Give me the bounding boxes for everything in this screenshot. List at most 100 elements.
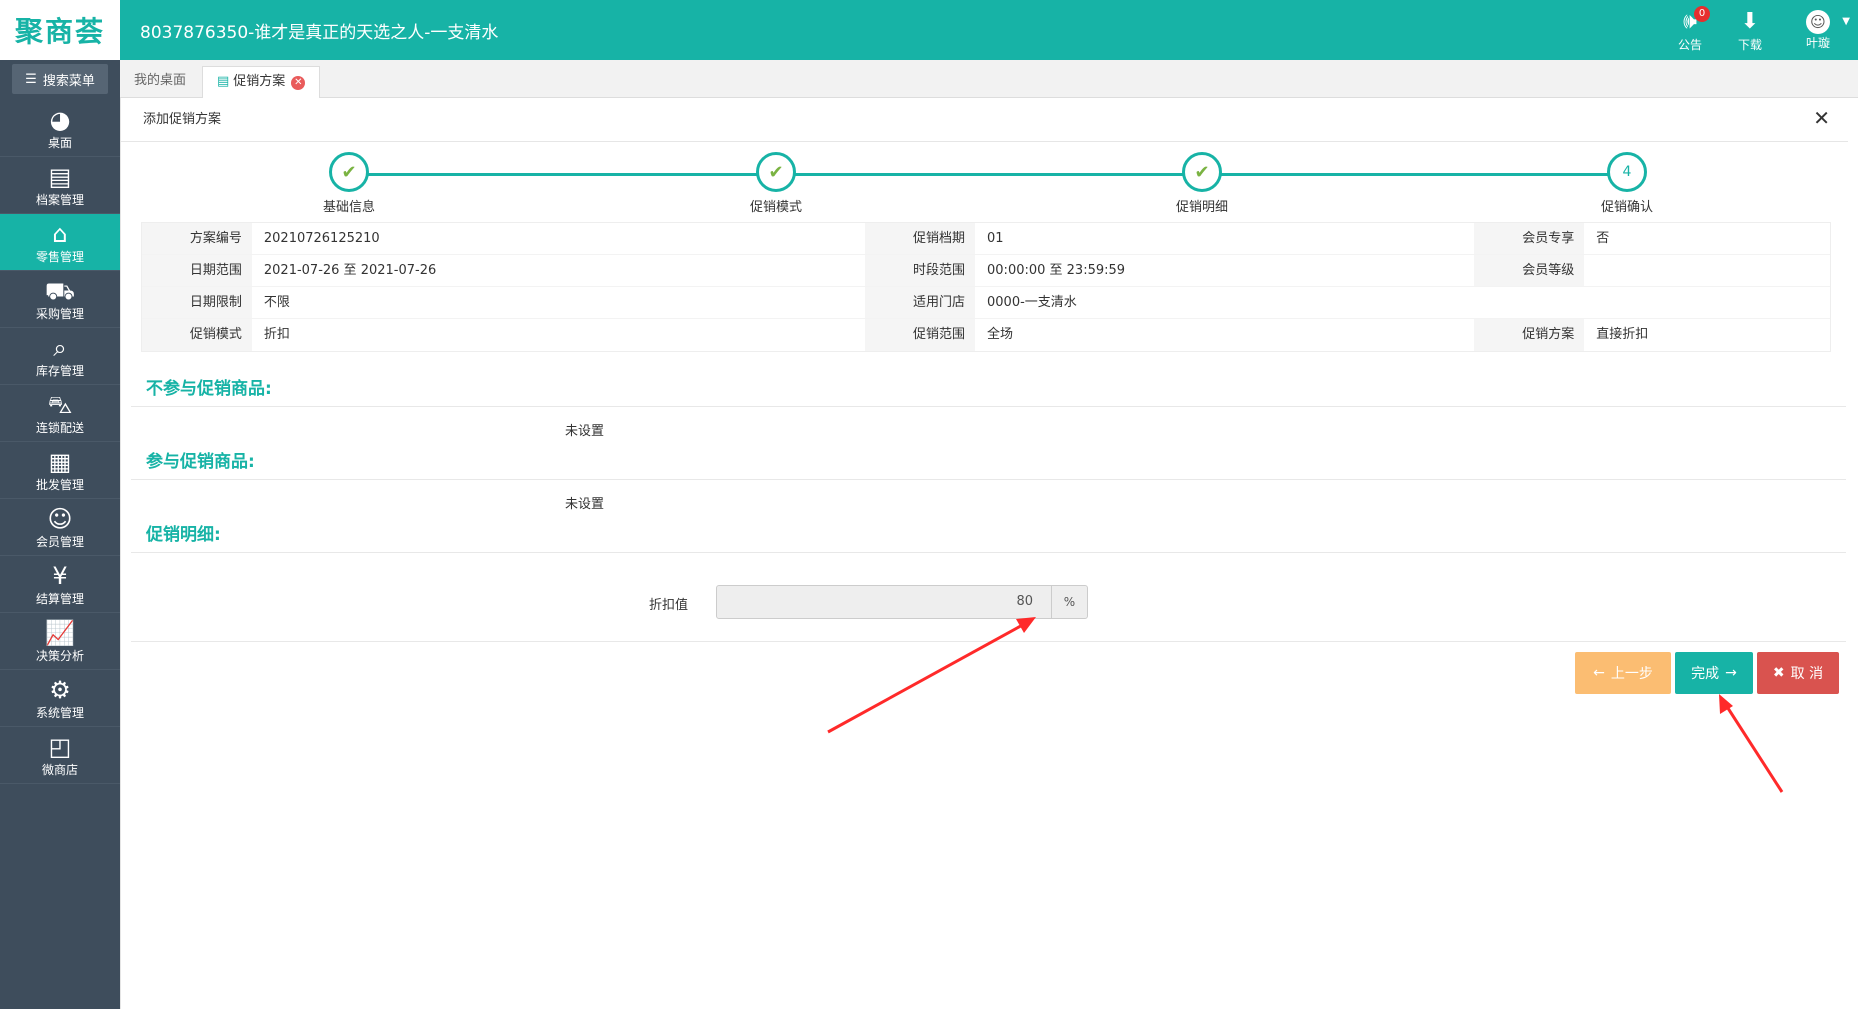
info-value: 2021-07-26 至 2021-07-26 — [263, 263, 437, 278]
search-menu-label: 搜索菜单 — [42, 73, 95, 89]
info-value: 直接折扣 — [1596, 327, 1649, 342]
download-icon: ⬇ — [1740, 9, 1760, 34]
promo-panel: 添加促销方案 ✕ ✔ 基础信息 ✔ 促销模式 ✔ 促销明细 4 促销确认 方案编… — [120, 98, 1848, 1009]
tab-desktop-label: 我的桌面 — [134, 73, 187, 88]
close-icon[interactable]: ✕ — [1813, 106, 1830, 130]
info-label: 会员等级 — [1474, 255, 1585, 286]
check-icon: ✔ — [329, 152, 369, 192]
sidebar-item-purchase[interactable]: ⛟ 采购管理 — [0, 271, 120, 328]
info-label: 日期限制 — [142, 287, 252, 318]
info-row: 日期限制 不限 适用门店 0000-一支清水 — [142, 287, 1830, 319]
exclude-section-title: 不参与促销商品: — [146, 379, 272, 399]
tab-promo[interactable]: ▤ 促销方案 ✕ — [202, 66, 321, 98]
promo-info-table: 方案编号 20210726125210 促销档期 01 会员专享 否 日期范围 … — [141, 222, 1831, 352]
info-value: 00:00:00 至 23:59:59 — [987, 263, 1126, 278]
user-menu[interactable]: ☺ ▼ 叶璇 — [1788, 8, 1850, 54]
info-value: 20210726125210 — [263, 231, 380, 246]
include-section-title: 参与促销商品: — [146, 452, 255, 472]
notice-label: 公告 — [1677, 38, 1702, 52]
info-value — [1584, 287, 1830, 318]
tab-promo-label: 促销方案 — [233, 74, 286, 89]
sidebar-item-label: 连锁配送 — [35, 421, 84, 435]
step-line — [349, 173, 1627, 176]
info-value: 折扣 — [263, 327, 290, 342]
finish-label: 完成 — [1691, 666, 1720, 682]
chart-icon: 📈 — [45, 619, 75, 647]
inventory-icon: ⌕ — [53, 334, 67, 362]
search-menu-button[interactable]: ☰ 搜索菜单 — [12, 64, 108, 94]
sidebar-item-archive[interactable]: ▤ 档案管理 — [0, 157, 120, 214]
info-value: 否 — [1596, 231, 1610, 246]
check-icon: ✔ — [1182, 152, 1222, 192]
caret-down-icon: ▼ — [1842, 16, 1850, 27]
exclude-value: 未设置 — [565, 424, 605, 439]
sidebar-item-inventory[interactable]: ⌕ 库存管理 — [0, 328, 120, 385]
sidebar-item-microstore[interactable]: ◰ 微商店 — [0, 727, 120, 784]
document-icon: ▤ — [217, 74, 230, 89]
tab-desktop[interactable]: 我的桌面 — [120, 66, 200, 98]
sidebar-item-label: 零售管理 — [35, 250, 84, 264]
step-promo-confirm: 4 促销确认 — [1567, 152, 1687, 215]
discount-label: 折扣值 — [649, 598, 689, 613]
info-label — [1474, 287, 1585, 318]
prev-step-button[interactable]: ← 上一步 — [1575, 652, 1671, 694]
info-row: 方案编号 20210726125210 促销档期 01 会员专享 否 — [142, 223, 1830, 255]
info-value: 0000-一支清水 — [987, 295, 1077, 310]
include-value: 未设置 — [565, 497, 605, 512]
info-label: 时段范围 — [865, 255, 976, 286]
truck-icon: ⛍ — [47, 391, 73, 419]
store-icon: ⌂ — [52, 220, 68, 248]
user-name: 叶璇 — [1805, 36, 1830, 50]
sidebar-item-label: 会员管理 — [35, 535, 84, 549]
avatar: ☺ — [1806, 10, 1830, 34]
step-number: 4 — [1607, 152, 1647, 192]
sidebar-item-system[interactable]: ⚙ 系统管理 — [0, 670, 120, 727]
sidebar-item-wholesale[interactable]: ▦ 批发管理 — [0, 442, 120, 499]
member-icon: ☺ — [47, 505, 73, 533]
sidebar-item-label: 微商店 — [41, 763, 78, 777]
sidebar-item-label: 桌面 — [47, 136, 72, 150]
megaphone-icon: 🕪 — [1683, 9, 1697, 34]
panel-title: 添加促销方案 — [121, 98, 1848, 142]
download-button[interactable]: ⬇ 下载 — [1720, 8, 1780, 54]
arrow-right-icon: → — [1725, 665, 1737, 681]
sidebar-item-label: 档案管理 — [35, 193, 84, 207]
gear-icon: ⚙ — [49, 676, 71, 704]
step-label: 促销明细 — [1175, 200, 1228, 215]
sidebar-item-label: 批发管理 — [35, 478, 84, 492]
info-row: 促销模式 折扣 促销范围 全场 促销方案 直接折扣 — [142, 319, 1830, 351]
info-label: 促销范围 — [865, 319, 976, 351]
sidebar-item-label: 结算管理 — [35, 592, 84, 606]
check-icon: ✔ — [756, 152, 796, 192]
shop-bag-icon: ◰ — [48, 733, 72, 761]
info-label: 促销方案 — [1474, 319, 1585, 351]
info-value: 不限 — [263, 295, 290, 310]
sidebar-item-settlement[interactable]: ¥ 结算管理 — [0, 556, 120, 613]
cancel-button[interactable]: ✖ 取 消 — [1757, 652, 1839, 694]
step-basic-info: ✔ 基础信息 — [289, 152, 409, 215]
divider — [131, 406, 1846, 407]
app-title: 8037876350-谁才是真正的天选之人-一支清水 — [140, 23, 499, 43]
menu-search-icon: ☰ — [25, 71, 37, 87]
app-logo: 聚商荟 — [0, 0, 120, 60]
info-label: 促销模式 — [142, 319, 252, 351]
sidebar-item-analysis[interactable]: 📈 决策分析 — [0, 613, 120, 670]
sidebar-item-member[interactable]: ☺ 会员管理 — [0, 499, 120, 556]
step-label: 促销确认 — [1600, 200, 1653, 215]
sidebar-item-label: 库存管理 — [35, 364, 84, 378]
info-label: 方案编号 — [142, 223, 252, 254]
close-icon: ✖ — [1772, 665, 1785, 681]
sidebar-item-desktop[interactable]: ◕ 桌面 — [0, 100, 120, 157]
notice-button[interactable]: 🕪 0 公告 — [1660, 6, 1720, 54]
dashboard-icon: ◕ — [49, 106, 71, 134]
nav-list: ◕ 桌面 ▤ 档案管理 ⌂ 零售管理 ⛟ 采购管理 ⌕ 库存管理 ⛍ 连锁配送 … — [0, 100, 120, 784]
sidebar: ☰ 搜索菜单 ◕ 桌面 ▤ 档案管理 ⌂ 零售管理 ⛟ 采购管理 ⌕ 库存管理 … — [0, 60, 120, 1009]
sidebar-item-retail[interactable]: ⌂ 零售管理 — [0, 214, 120, 271]
discount-input[interactable]: 80 % — [716, 585, 1088, 619]
divider — [131, 552, 1846, 553]
sidebar-item-distribution[interactable]: ⛍ 连锁配送 — [0, 385, 120, 442]
finish-button[interactable]: 完成 → — [1675, 652, 1753, 694]
tab-close-icon[interactable]: ✕ — [291, 76, 306, 90]
sidebar-item-label: 决策分析 — [35, 649, 84, 663]
sidebar-item-label: 采购管理 — [35, 307, 84, 321]
